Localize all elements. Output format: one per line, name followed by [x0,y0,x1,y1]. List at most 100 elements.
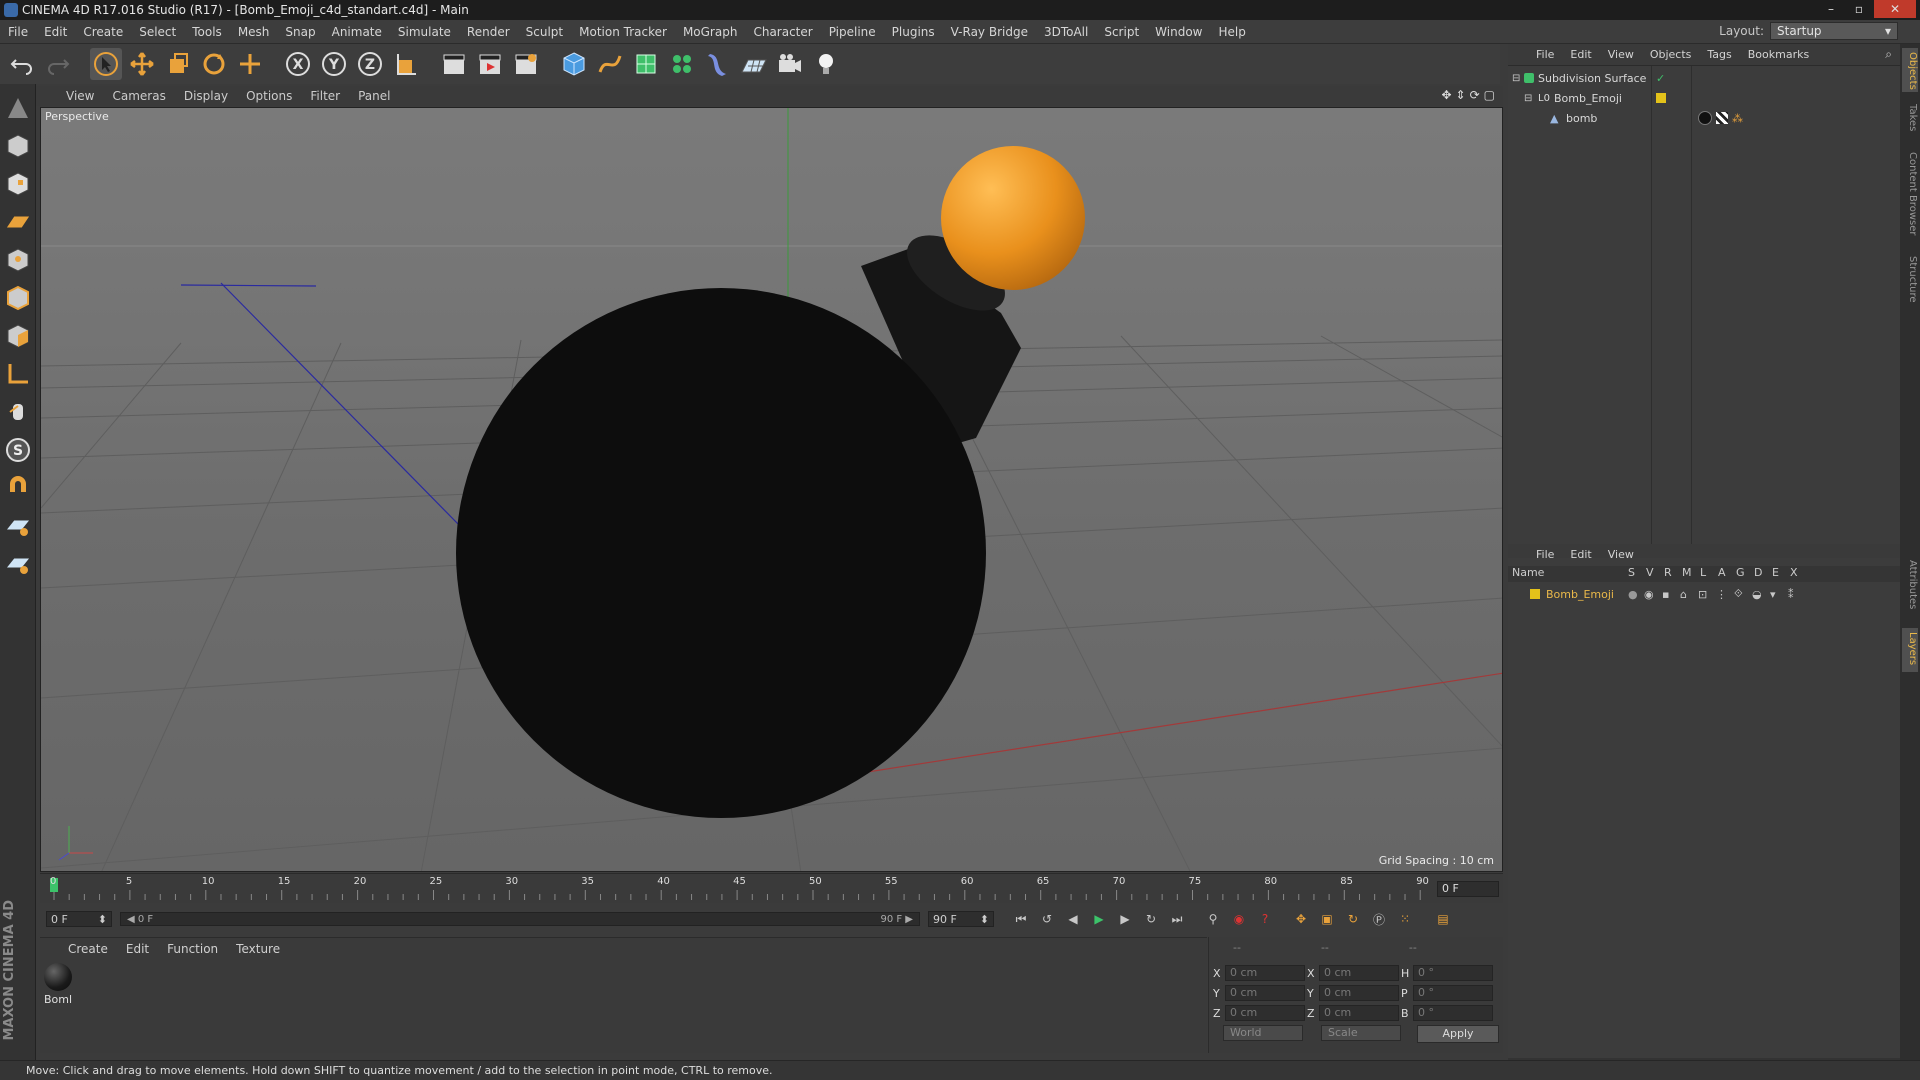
material-tag-icon[interactable] [1698,111,1712,125]
object-menu-view[interactable]: View [1600,48,1642,61]
object-menu-objects[interactable]: Objects [1642,48,1700,61]
menu-script[interactable]: Script [1096,25,1147,39]
menu-3dtoall[interactable]: 3DToAll [1036,25,1096,39]
menu-vray-bridge[interactable]: V-Ray Bridge [943,25,1036,39]
tab-content-browser[interactable]: Content Browser [1902,148,1918,244]
orbit-icon[interactable]: ⟳ [1470,88,1480,102]
snap-button[interactable] [2,472,34,504]
deformers-icon[interactable]: ◒ [1752,588,1762,601]
menu-window[interactable]: Window [1147,25,1210,39]
go-to-start-button[interactable]: ⏮ [1008,907,1034,931]
phong-tag-icon[interactable]: ⁂ [1732,112,1743,125]
select-tool-button[interactable] [90,48,122,80]
locked-workplane-button[interactable] [2,548,34,580]
render-to-picture-viewer-button[interactable] [474,48,506,80]
key-point-level-button[interactable]: ⁙ [1392,907,1418,931]
size-z-field[interactable]: 0 cm [1319,1005,1399,1021]
menu-motion-tracker[interactable]: Motion Tracker [571,25,675,39]
redo-button[interactable] [42,48,74,80]
polygons-mode-button[interactable] [2,320,34,352]
tab-objects[interactable]: Objects [1902,48,1918,92]
previous-frame-button[interactable]: ◀ [1060,907,1086,931]
workplane-mode-button[interactable] [2,206,34,238]
solo-button[interactable]: S [2,434,34,466]
tab-layers[interactable]: Layers [1902,628,1918,672]
render-icon[interactable]: ▪ [1662,588,1669,601]
timeline-ruler[interactable]: 0 5 10 15 20 25 30 35 40 45 50 55 60 65 70 75 80 85 90 0 F [40,873,1503,903]
end-frame-field[interactable]: 90 F ⬍ [928,911,994,927]
start-frame-field[interactable]: 0 F ⬍ [46,911,112,927]
light-button[interactable] [810,48,842,80]
texture-tag-icon[interactable] [1716,112,1728,124]
x-axis-lock-button[interactable]: X [282,48,314,80]
expressions-icon[interactable]: ▾ [1770,588,1776,601]
viewport-menu-panel[interactable]: Panel [350,89,398,103]
viewport-menu-options[interactable]: Options [238,89,300,103]
size-x-field[interactable]: 0 cm [1319,965,1399,981]
timeline-button[interactable]: ▤ [1430,907,1456,931]
generators-icon[interactable]: ⟐ [1734,587,1743,601]
play-button[interactable]: ▶ [1086,907,1112,931]
scale-tool-button[interactable] [162,48,194,80]
rotation-h-field[interactable]: 0 ° [1413,965,1493,981]
menu-select[interactable]: Select [131,25,184,39]
eye-icon[interactable]: ◉ [1644,588,1654,601]
live-selection-button[interactable] [234,48,266,80]
tweak-mode-button[interactable] [2,396,34,428]
xref-icon[interactable]: ⁑ [1788,588,1794,601]
minimize-button[interactable]: – [1818,0,1844,18]
key-rotation-button[interactable]: ↻ [1340,907,1366,931]
viewport-menu-cameras[interactable]: Cameras [104,89,173,103]
object-menu-bookmarks[interactable]: Bookmarks [1740,48,1817,61]
edges-mode-button[interactable] [2,282,34,314]
layout-dropdown[interactable]: Startup ▾ [1770,22,1898,40]
points-mode-button[interactable] [2,244,34,276]
menu-create[interactable]: Create [75,25,131,39]
viewport-menu-view[interactable]: View [58,89,102,103]
material-menu-function[interactable]: Function [159,942,226,956]
layer-row-bomb-emoji[interactable]: Bomb_Emoji ● ◉ ▪ ⌂ ⊡ ⋮ ⟐ ◒ ▾ ⁑ [1508,584,1900,604]
search-icon[interactable]: ⌕ [1885,47,1892,62]
object-row-subdivision-surface[interactable]: ⊟ Subdivision Surface ✓ [1508,68,1900,88]
menu-pipeline[interactable]: Pipeline [821,25,884,39]
material-menu-edit[interactable]: Edit [118,942,157,956]
bomb-model[interactable] [456,146,1085,818]
object-menu-tags[interactable]: Tags [1699,48,1739,61]
viewport-menu-filter[interactable]: Filter [302,89,348,103]
material-menu-create[interactable]: Create [60,942,116,956]
collapse-icon[interactable]: ⊟ [1524,93,1532,104]
subdivision-surface-button[interactable] [630,48,662,80]
perspective-viewport[interactable]: Perspective Grid Spacing : 10 cm [40,107,1503,872]
model-mode-button[interactable] [2,130,34,162]
object-row-bomb[interactable]: ▲ bomb ⁂ [1508,108,1900,128]
record-active-objects-button[interactable]: ⚲ [1200,907,1226,931]
undo-button[interactable] [6,48,38,80]
rotation-p-field[interactable]: 0 ° [1413,985,1493,1001]
position-z-field[interactable]: 0 cm [1225,1005,1305,1021]
position-x-field[interactable]: 0 cm [1225,965,1305,981]
menu-help[interactable]: Help [1210,25,1253,39]
previous-key-button[interactable]: ↺ [1034,907,1060,931]
layer-color-swatch[interactable] [1656,93,1666,103]
viewport-menu-display[interactable]: Display [176,89,236,103]
menu-render[interactable]: Render [459,25,518,39]
key-scale-button[interactable]: ▣ [1314,907,1340,931]
coordinate-system-button[interactable] [390,48,422,80]
menu-mograph[interactable]: MoGraph [675,25,746,39]
collapse-icon[interactable]: ⊟ [1512,73,1520,84]
menu-plugins[interactable]: Plugins [884,25,943,39]
layer-name[interactable]: Bomb_Emoji [1546,588,1614,601]
world-dropdown[interactable]: World [1223,1025,1303,1041]
menu-sculpt[interactable]: Sculpt [518,25,571,39]
apply-button[interactable]: Apply [1417,1025,1499,1043]
menu-edit[interactable]: Edit [36,25,75,39]
lock-icon[interactable]: ⊡ [1698,588,1707,601]
material-menu-texture[interactable]: Texture [228,942,288,956]
move-tool-button[interactable] [126,48,158,80]
enabled-check-icon[interactable]: ✓ [1656,72,1665,85]
deformer-button[interactable] [702,48,734,80]
rotation-b-field[interactable]: 0 ° [1413,1005,1493,1021]
close-button[interactable]: ✕ [1874,0,1916,18]
texture-mode-button[interactable] [2,168,34,200]
layer-color-swatch[interactable] [1530,589,1540,599]
